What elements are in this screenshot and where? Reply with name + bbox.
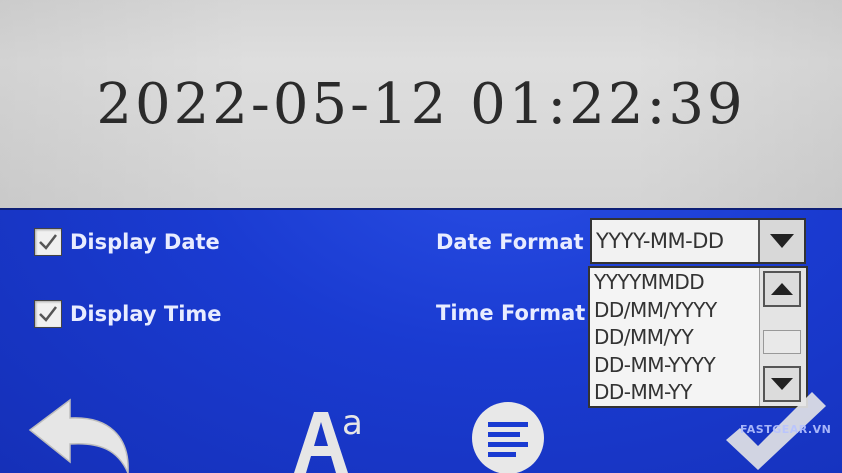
date-format-selected-value: YYYY-MM-DD xyxy=(596,229,724,253)
back-arrow-icon[interactable] xyxy=(28,398,138,473)
datetime-readout: 2022-05-12 01:22:39 xyxy=(96,72,746,137)
device-screen: 2022-05-12 01:22:39 Display Date Display… xyxy=(0,0,842,473)
dropdown-arrow-icon[interactable] xyxy=(758,220,804,262)
date-format-label: Date Format xyxy=(436,230,584,254)
dropdown-option[interactable]: DD-MM-YYYY xyxy=(590,351,762,379)
dropdown-scrollbar[interactable] xyxy=(759,268,806,406)
font-size-icon[interactable]: a xyxy=(292,398,372,473)
dropdown-option[interactable]: DD/MM/YY xyxy=(590,323,762,351)
display-date-option[interactable]: Display Date xyxy=(34,228,220,256)
display-date-checkbox[interactable] xyxy=(34,228,62,256)
date-format-select[interactable]: YYYY-MM-DD xyxy=(590,218,806,264)
date-format-dropdown-list[interactable]: YYYYMMDD DD/MM/YYYY DD/MM/YY DD-MM-YYYY … xyxy=(588,266,808,408)
scrollbar-thumb[interactable] xyxy=(763,330,801,354)
display-time-option[interactable]: Display Time xyxy=(34,300,222,328)
svg-text:a: a xyxy=(342,403,363,443)
display-date-label: Display Date xyxy=(70,230,220,254)
display-time-checkbox[interactable] xyxy=(34,300,62,328)
checkmark-icon xyxy=(39,306,57,322)
watermark-text: FASTGEAR.VN xyxy=(740,423,832,436)
display-time-label: Display Time xyxy=(70,302,222,326)
checkmark-icon xyxy=(39,234,57,250)
menu-lines-icon[interactable] xyxy=(470,400,546,473)
dropdown-option[interactable]: YYYYMMDD xyxy=(590,268,762,296)
time-format-label: Time Format xyxy=(436,301,586,325)
scroll-up-icon[interactable] xyxy=(763,271,801,307)
dropdown-option[interactable]: DD/MM/YYYY xyxy=(590,296,762,324)
dropdown-options: YYYYMMDD DD/MM/YYYY DD/MM/YY DD-MM-YYYY … xyxy=(590,268,762,406)
